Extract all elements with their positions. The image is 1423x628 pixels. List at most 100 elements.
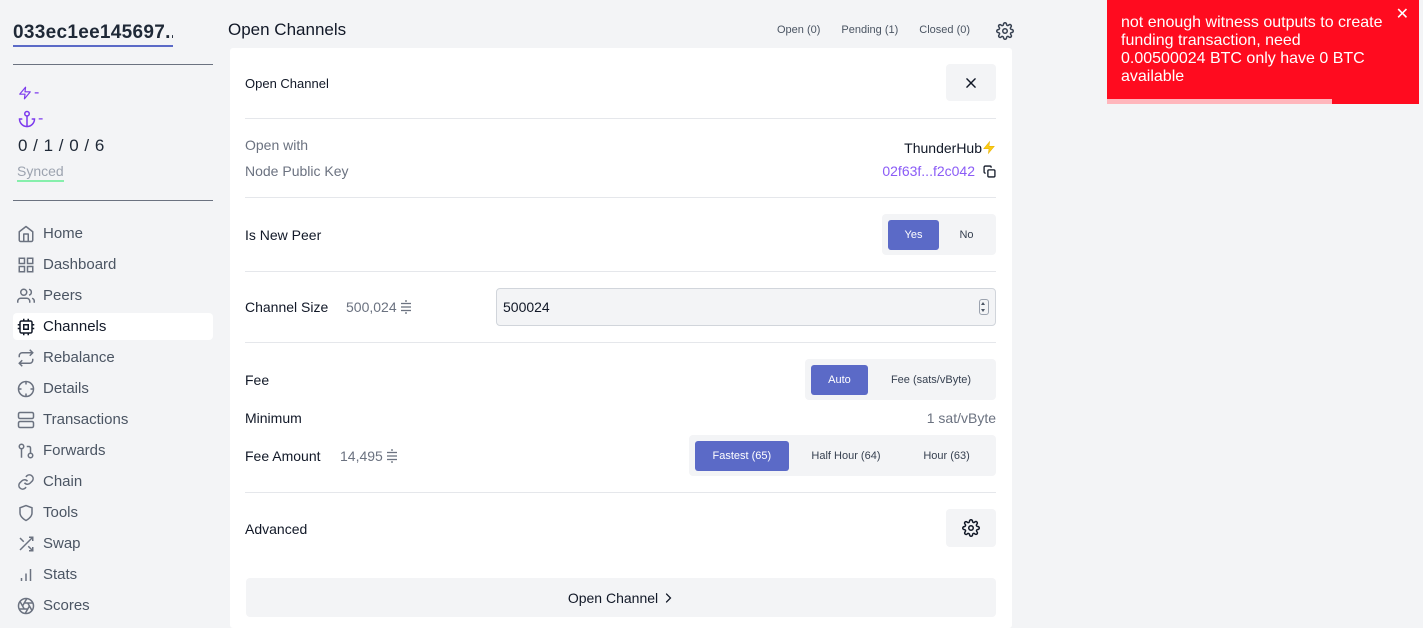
nav-stats[interactable]: Stats [13,561,213,588]
pubkey-label: Node Public Key [245,163,349,179]
nav-scores[interactable]: Scores [13,592,213,619]
repeat-icon [18,348,34,367]
nav-details[interactable]: Details [13,375,213,402]
nav-peers[interactable]: Peers [13,282,213,309]
sidebar-divider [13,200,213,201]
fee-amount-value: 14,495 [340,448,383,464]
channel-counts: 0 / 1 / 0 / 6 [18,136,105,155]
fee-hour-button[interactable]: Hour (63) [903,441,990,471]
sync-status: Synced [17,163,64,182]
node-alias[interactable]: 033ec1ee145697... [13,22,173,47]
new-peer-no-button[interactable]: No [943,220,990,250]
chain-value: - [38,110,44,127]
git-pull-request-icon [18,443,34,458]
chain-balance: - [18,110,43,128]
home-icon [18,225,34,242]
toast-progress-bar [1107,99,1332,104]
new-peer-yes-button[interactable]: Yes [888,219,939,250]
aperture-icon [17,597,35,614]
new-peer-label: Is New Peer [245,227,322,243]
channel-size-input-value: 500024 [503,299,550,315]
bar-chart-icon [20,568,32,581]
link-icon [18,473,34,490]
zap-icon [19,86,31,100]
crosshair-icon [17,380,35,397]
fee-mode-toggle: Auto Fee (sats/vByte) [805,359,996,400]
fee-fastest-button[interactable]: Fastest (65) [695,440,789,471]
cpu-icon [17,318,35,335]
error-toast: not enough witness outputs to create fun… [1107,0,1419,104]
grid-icon [18,257,34,272]
nav-channels[interactable]: Channels [13,313,213,340]
nav-chain[interactable]: Chain [13,468,213,495]
close-icon [966,77,976,88]
new-peer-toggle: Yes No [882,214,996,255]
open-with-value: ThunderHub [904,139,996,156]
zap-icon [983,140,995,155]
open-channel-label: Open Channel [567,589,659,606]
nav-rebalance[interactable]: Rebalance [13,344,213,371]
divider [245,197,996,198]
nav-label: Stats [43,566,78,583]
close-button[interactable] [946,64,996,101]
fee-label: Fee [245,372,270,388]
divider [245,271,996,272]
nav-label: Details [43,380,89,397]
sats-icon [386,449,397,463]
nav-dashboard[interactable]: Dashboard [13,251,213,278]
tab-closed[interactable]: Closed (0) [919,24,970,36]
tab-pending[interactable]: Pending (1) [841,24,898,36]
number-spinner[interactable] [979,299,989,315]
divider [245,342,996,343]
gear-icon [962,519,980,537]
fee-amount-display: 14,495 [340,448,398,464]
nav-label: Tools [43,504,79,521]
copy-icon[interactable] [983,164,996,178]
shuffle-icon [19,536,34,551]
tab-open[interactable]: Open (0) [777,24,820,36]
fee-speed-toggle: Fastest (65) Half Hour (64) Hour (63) [689,435,996,476]
open-channel-button[interactable]: Open Channel [246,578,996,617]
server-icon [17,411,35,428]
fee-auto-button[interactable]: Auto [811,364,868,395]
channel-size-input[interactable]: 500024 [496,288,996,326]
channel-status-tabs: Open (0) Pending (1) Closed (0) [777,24,970,36]
card-title: Open Channel [245,76,329,91]
fee-manual-button[interactable]: Fee (sats/vByte) [872,365,990,395]
nav-label: Rebalance [43,349,115,366]
fee-half-hour-button[interactable]: Half Hour (64) [793,441,900,471]
toast-message: not enough witness outputs to create fun… [1121,14,1383,85]
page-title: Open Channels [228,20,347,39]
lightning-value: - [34,84,40,101]
open-with-label: Open with [245,137,309,153]
advanced-label: Advanced [245,521,308,537]
nav-label: Forwards [43,442,106,459]
anchor-icon [18,110,36,128]
toast-close-icon[interactable]: ✕ [1396,6,1409,24]
sidebar: 033ec1ee145697... - - 0 / 1 / 0 / 6 Sync… [0,0,228,620]
nav-label: Scores [43,597,90,614]
nav-home[interactable]: Home [13,220,213,247]
pubkey-value: 02f63f...f2c042 [882,163,996,179]
channel-size-amount: 500,024 [346,299,397,315]
minimum-value: 1 sat/vByte [926,410,996,426]
nav-forwards[interactable]: Forwards [13,437,213,464]
sats-icon [400,300,411,314]
nav-transactions[interactable]: Transactions [13,406,213,433]
sidebar-nav: Home Dashboard Peers Channels Rebalance … [13,220,213,623]
peer-alias: ThunderHub [904,139,982,156]
divider [245,118,996,119]
open-channel-card: Open Channel Open with ThunderHub Node P… [230,48,1012,628]
minimum-label: Minimum [245,410,302,426]
shield-icon [19,504,33,521]
nav-tools[interactable]: Tools [13,499,213,526]
channel-size-label: Channel Size [245,299,329,315]
fee-amount-label: Fee Amount [245,448,321,464]
settings-gear-icon[interactable] [996,22,1014,40]
nav-label: Dashboard [43,256,117,273]
pubkey-text[interactable]: 02f63f...f2c042 [882,163,975,179]
advanced-settings-button[interactable] [946,509,996,547]
nav-label: Home [43,225,84,242]
nav-swap[interactable]: Swap [13,530,213,557]
nav-label: Channels [43,318,107,335]
